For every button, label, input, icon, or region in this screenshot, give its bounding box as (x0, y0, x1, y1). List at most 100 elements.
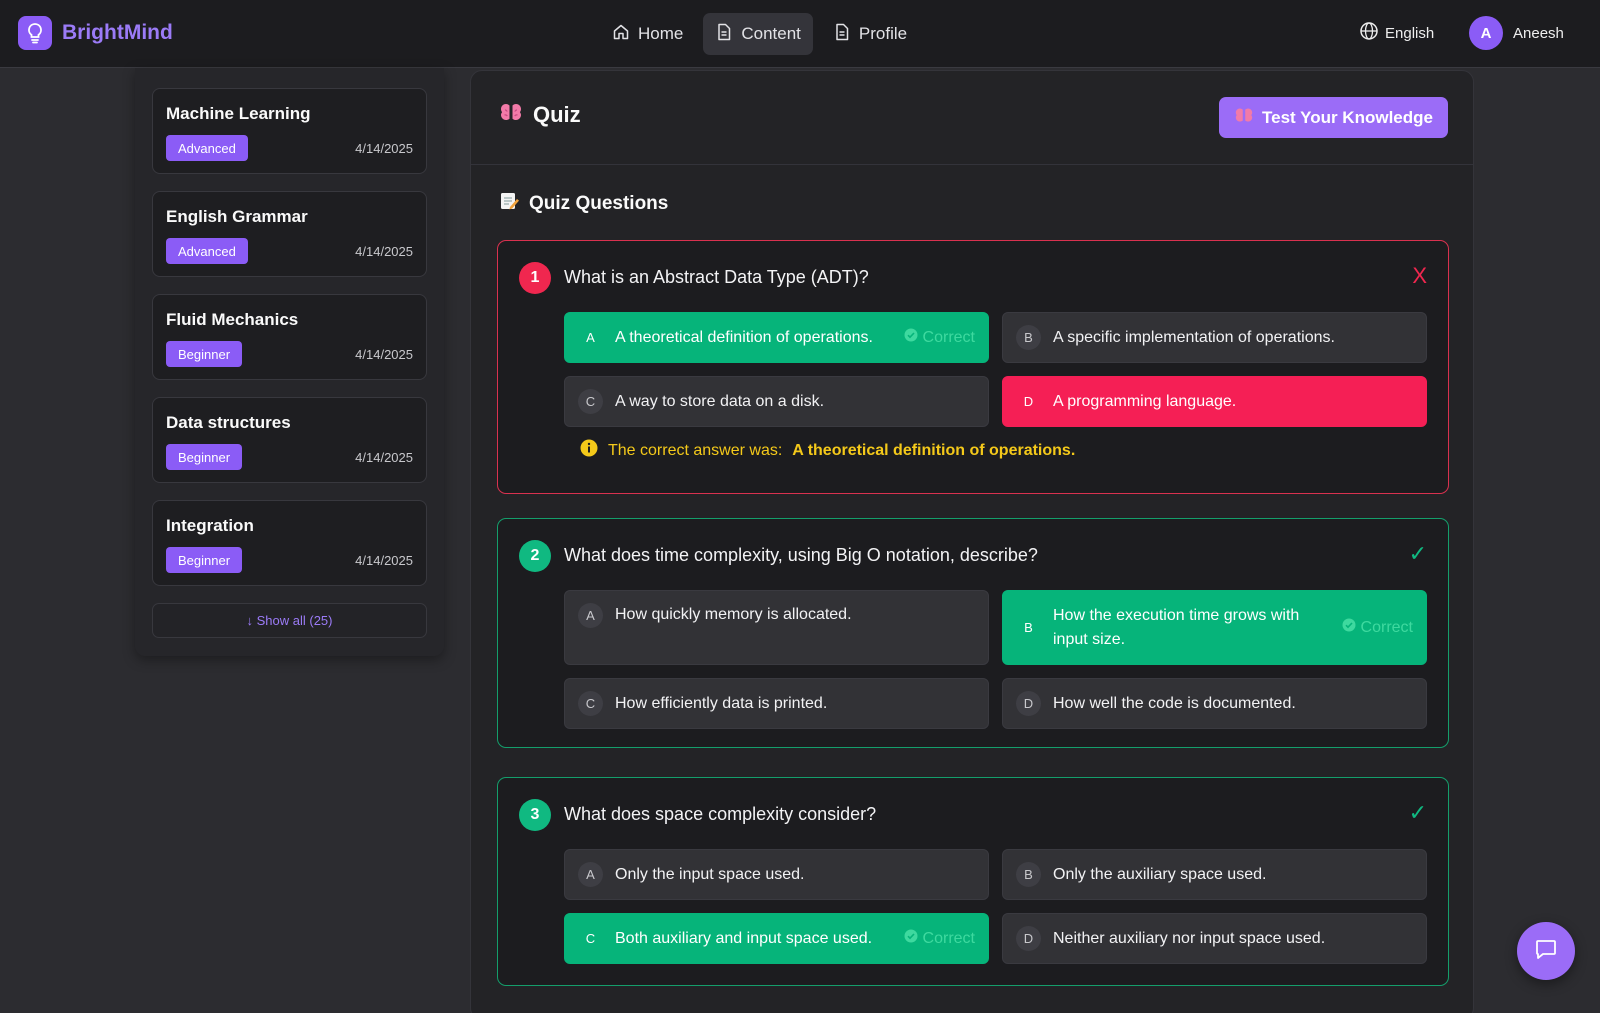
option-letter: D (1016, 926, 1041, 951)
answer-option[interactable]: B How the execution time grows with inpu… (1002, 590, 1427, 665)
main-nav: Home Content Profile (600, 13, 919, 55)
question-card: 1 What is an Abstract Data Type (ADT)? X… (497, 240, 1449, 494)
user-name: Aneesh (1513, 24, 1564, 42)
correct-tag: Correct (904, 929, 975, 948)
question-text: What does time complexity, using Big O n… (564, 545, 1038, 565)
option-letter: B (1016, 325, 1041, 350)
option-letter: A (578, 603, 603, 628)
option-text: How well the code is documented. (1053, 694, 1296, 712)
topic-card[interactable]: English Grammar Advanced 4/14/2025 (152, 191, 427, 277)
level-badge: Beginner (166, 341, 243, 367)
chat-bubble-icon (1534, 937, 1558, 966)
brain-icon (499, 101, 523, 128)
top-navigation-bar: BrightMind Home Content Profile English (0, 0, 1600, 68)
nav-profile[interactable]: Profile (821, 13, 919, 55)
option-text: Both auxiliary and input space used. (615, 929, 873, 947)
globe-icon (1359, 21, 1379, 45)
answer-option[interactable]: D A programming language. (1002, 376, 1427, 427)
answer-option[interactable]: A Only the input space used. (564, 849, 989, 900)
language-selector[interactable]: English (1359, 21, 1434, 45)
answer-option[interactable]: D How well the code is documented. (1002, 678, 1427, 729)
quiz-questions-header: Quiz Questions (499, 191, 668, 216)
check-circle-icon (904, 328, 918, 347)
topic-date: 4/14/2025 (355, 347, 413, 362)
level-badge: Beginner (166, 547, 243, 573)
question-text: What does space complexity consider? (564, 804, 877, 824)
nav-home-label: Home (638, 24, 684, 43)
option-letter: B (1024, 620, 1033, 635)
question-card: 3 What does space complexity consider? ✓… (497, 777, 1449, 986)
correct-tag: Correct (1342, 618, 1413, 637)
option-letter: A (578, 862, 603, 887)
answer-option[interactable]: C A way to store data on a disk. (564, 376, 989, 427)
correct-label: Correct (922, 328, 975, 346)
option-letter: A (586, 330, 595, 345)
question-text: What is an Abstract Data Type (ADT)? (564, 267, 869, 287)
topic-title: Machine Learning (166, 104, 311, 123)
correct-answer-hint: The correct answer was: A theoretical de… (580, 439, 1075, 462)
level-badge: Beginner (166, 444, 243, 470)
document-icon (715, 23, 733, 46)
quiz-header: Quiz (499, 101, 581, 128)
topic-card[interactable]: Machine Learning Advanced 4/14/2025 (152, 88, 427, 174)
topic-sidebar: Machine Learning Advanced 4/14/2025 Engl… (135, 68, 444, 656)
brain-icon (1234, 106, 1254, 129)
option-letter: C (578, 389, 603, 414)
lightbulb-icon (18, 16, 52, 50)
info-icon (580, 439, 598, 462)
option-text: How efficiently data is printed. (615, 694, 828, 712)
option-text: How quickly memory is allocated. (615, 606, 852, 623)
quiz-title: Quiz (533, 101, 581, 127)
check-circle-icon (904, 929, 918, 948)
memo-icon (499, 191, 519, 216)
answer-option[interactable]: A How quickly memory is allocated. (564, 590, 989, 665)
option-letter: C (585, 931, 596, 946)
divider (471, 164, 1473, 165)
answer-option[interactable]: C Both auxiliary and input space used. C… (564, 913, 989, 964)
option-letter: D (1023, 394, 1034, 409)
nav-profile-label: Profile (858, 24, 908, 43)
brand-name: BrightMind (62, 21, 173, 44)
quiz-panel: Quiz Test Your Knowledge Quiz Questions … (470, 70, 1474, 1013)
level-badge: Advanced (166, 238, 248, 264)
answer-option[interactable]: D Neither auxiliary nor input space used… (1002, 913, 1427, 964)
topic-card[interactable]: Data structures Beginner 4/14/2025 (152, 397, 427, 483)
topic-card[interactable]: Fluid Mechanics Beginner 4/14/2025 (152, 294, 427, 380)
nav-home[interactable]: Home (600, 13, 695, 55)
brand[interactable]: BrightMind (18, 16, 173, 50)
answer-option[interactable]: A A theoretical definition of operations… (564, 312, 989, 363)
question-card: 2 What does time complexity, using Big O… (497, 518, 1449, 748)
option-text: Neither auxiliary nor input space used. (1053, 929, 1326, 947)
test-button-label: Test Your Knowledge (1262, 107, 1433, 127)
nav-content-label: Content (741, 24, 801, 43)
topic-title: Data structures (166, 413, 291, 432)
topic-title: Fluid Mechanics (166, 310, 299, 329)
check-mark-icon: ✓ (1408, 541, 1427, 566)
wrong-mark-icon: X (1412, 263, 1427, 288)
chat-button[interactable] (1517, 922, 1575, 980)
option-letter: B (1016, 862, 1041, 887)
topic-date: 4/14/2025 (355, 450, 413, 465)
topic-card[interactable]: Integration Beginner 4/14/2025 (152, 500, 427, 586)
home-icon (612, 23, 630, 46)
test-your-knowledge-button[interactable]: Test Your Knowledge (1219, 97, 1448, 138)
level-badge: Advanced (166, 135, 248, 161)
quiz-questions-title: Quiz Questions (529, 192, 669, 214)
check-mark-icon: ✓ (1408, 800, 1427, 825)
topic-title: English Grammar (166, 207, 308, 226)
correct-label: Correct (1360, 618, 1413, 636)
user-menu[interactable]: A Aneesh (1469, 16, 1564, 50)
answer-option[interactable]: B Only the auxiliary space used. (1002, 849, 1427, 900)
answer-option[interactable]: C How efficiently data is printed. (564, 678, 989, 729)
option-text: Only the auxiliary space used. (1053, 865, 1267, 883)
nav-content[interactable]: Content (703, 13, 813, 55)
show-all-button[interactable]: ↓ Show all (25) (152, 603, 427, 638)
topic-date: 4/14/2025 (355, 141, 413, 156)
option-text: A programming language. (1053, 392, 1237, 410)
question-number: 1 (519, 262, 551, 294)
answer-option[interactable]: B A specific implementation of operation… (1002, 312, 1427, 363)
check-circle-icon (1342, 618, 1356, 637)
hint-answer: A theoretical definition of operations. (792, 441, 1076, 459)
avatar: A (1469, 16, 1503, 50)
option-text: A way to store data on a disk. (615, 392, 825, 410)
